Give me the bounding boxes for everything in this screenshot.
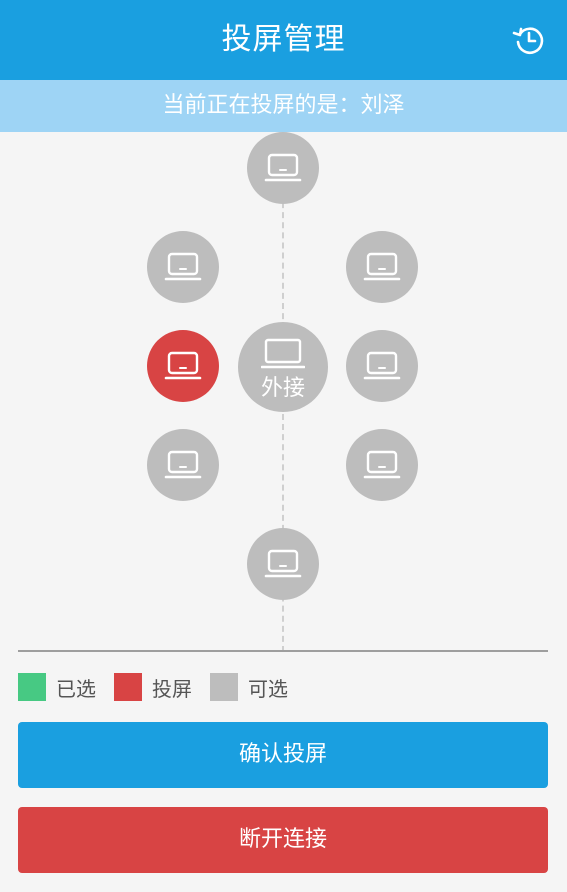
laptop-icon	[164, 351, 202, 380]
seat-upper-left[interactable]	[147, 231, 219, 303]
disconnect-button[interactable]: 断开连接	[18, 807, 548, 873]
laptop-icon	[363, 252, 401, 281]
laptop-icon	[264, 153, 302, 182]
history-clock-icon	[512, 27, 544, 55]
external-device[interactable]: 外接	[238, 322, 328, 412]
laptop-icon	[363, 450, 401, 479]
seat-top[interactable]	[247, 132, 319, 204]
laptop-icon	[264, 549, 302, 578]
history-button[interactable]	[511, 22, 547, 58]
current-projector-bar: 当前正在投屏的是：刘泽	[0, 80, 567, 132]
seat-lower-right[interactable]	[346, 429, 418, 501]
legend-swatch-projecting	[114, 673, 142, 701]
laptop-icon	[363, 351, 401, 380]
app-header: 投屏管理	[0, 0, 567, 80]
laptop-icon	[164, 450, 202, 479]
section-divider	[18, 650, 548, 652]
seat-middle-left[interactable]	[147, 330, 219, 402]
current-projector-name: 刘泽	[360, 93, 405, 118]
laptop-icon	[164, 252, 202, 281]
legend-item-projecting: 投屏	[114, 673, 192, 702]
seat-bottom[interactable]	[247, 528, 319, 600]
legend-label-projecting: 投屏	[152, 676, 192, 701]
external-device-label: 外接	[260, 376, 305, 401]
seat-middle-right[interactable]	[346, 330, 418, 402]
legend: 已选 投屏 可选	[18, 672, 306, 702]
legend-item-available: 可选	[210, 673, 288, 702]
seat-upper-right[interactable]	[346, 231, 418, 303]
legend-label-available: 可选	[248, 676, 288, 701]
laptop-icon	[261, 338, 305, 369]
seat-map: 外接	[0, 132, 567, 652]
legend-swatch-selected	[18, 673, 46, 701]
current-projector-label: 当前正在投屏的是：	[162, 93, 361, 118]
confirm-projection-button[interactable]: 确认投屏	[18, 722, 548, 788]
legend-label-selected: 已选	[56, 676, 96, 701]
legend-swatch-available	[210, 673, 238, 701]
legend-item-selected: 已选	[18, 673, 96, 702]
page-title: 投屏管理	[221, 22, 346, 57]
seat-lower-left[interactable]	[147, 429, 219, 501]
